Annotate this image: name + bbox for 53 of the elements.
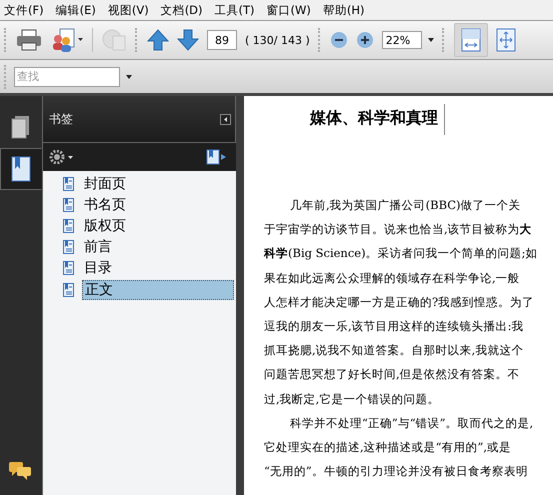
fit-width-icon [460, 28, 481, 52]
menu-item[interactable]: 帮助(H) [322, 2, 365, 18]
menu-item[interactable]: 窗口(W) [266, 2, 311, 18]
text-line: 几年前,我为英国广播公司(BBC)做了一个关 [289, 197, 522, 214]
bookmark-icon [63, 261, 74, 275]
fit-page-icon[interactable] [496, 28, 516, 52]
page-number-field[interactable]: 89 [207, 30, 237, 50]
printer-icon[interactable] [16, 29, 42, 51]
text-line: 过,我断定,它是一个错误的问题。 [264, 390, 440, 408]
panel-title: 书签 [49, 110, 73, 128]
bookmark-icon [63, 240, 74, 254]
menu-item[interactable]: 文档(D) [160, 2, 203, 18]
bookmark-item[interactable]: 书名页 [82, 196, 128, 214]
zoom-in-icon[interactable] [356, 31, 374, 49]
bookmark-item[interactable]: 正文 [82, 280, 234, 300]
fit-width-button[interactable] [454, 23, 488, 57]
bookmark-item[interactable]: 目录 [82, 259, 114, 277]
text-line: 它处理实在的描述,这种描述或是“有用的”,或是 [264, 439, 512, 456]
text-line: 问题苦思冥想了好长时间,但是依然没有答案。不 [264, 366, 521, 384]
caret-icon[interactable] [126, 74, 132, 78]
menu-item[interactable]: 工具(T) [214, 2, 255, 18]
text-line: 科学并不处理“正确”与“错误”。取而代之的是, [289, 414, 534, 432]
text-line: 果在如此远离公众理解的领域存在科学争论,一般 [264, 270, 521, 287]
bookmark-icon [63, 177, 74, 191]
chapter-heading: 媒体、科学和真理 [310, 104, 445, 135]
text-line: 逗我的朋友一乐,该节目用这样的连续镜头播出:我 [264, 318, 525, 336]
text-line: 人怎样才能决定哪一方是正确的?我感到惶惑。为了 [264, 294, 536, 311]
bookmark-icon [63, 198, 74, 212]
text-line: 抓耳挠腮,说我不知道答案。自那时以来,我就这个 [264, 342, 524, 360]
chat-bubbles-icon[interactable] [8, 461, 32, 481]
text-line: 科学(Big Science)。采访者问我一个简单的问题;如 [264, 245, 538, 262]
menu-item[interactable]: 编辑(E) [56, 2, 96, 18]
text-line: “无用的”。牛顿的引力理论并没有被日食考察表明 [264, 463, 529, 480]
text-line: 于宇宙学的访谈节目。说来也恰当,该节目被称为大 [264, 221, 533, 238]
bookmark-icon [63, 283, 74, 297]
bookmark-item[interactable]: 版权页 [82, 217, 128, 235]
arrow-down-icon[interactable] [177, 29, 199, 51]
arrow-up-icon[interactable] [147, 29, 169, 51]
bookmarks-tab[interactable] [0, 148, 42, 190]
bookmark-icon [11, 156, 31, 182]
collapse-icon[interactable] [220, 114, 231, 124]
page-count: ( 130/ 143 ) [245, 34, 310, 46]
users-document-icon[interactable] [50, 28, 84, 52]
gear-icon[interactable] [49, 150, 75, 164]
zoom-out-icon[interactable] [330, 31, 348, 49]
bookmark-icon [63, 219, 74, 233]
menu-item[interactable]: 视图(V) [108, 2, 149, 18]
bookmark-item[interactable]: 封面页 [82, 175, 128, 193]
pages-icon [11, 115, 31, 139]
find-field[interactable]: 查找 [14, 66, 120, 86]
bookmark-item[interactable]: 前言 [82, 238, 114, 256]
bookmark-arrow-icon[interactable] [206, 149, 228, 165]
menu-item[interactable]: 文件(F) [4, 2, 44, 18]
